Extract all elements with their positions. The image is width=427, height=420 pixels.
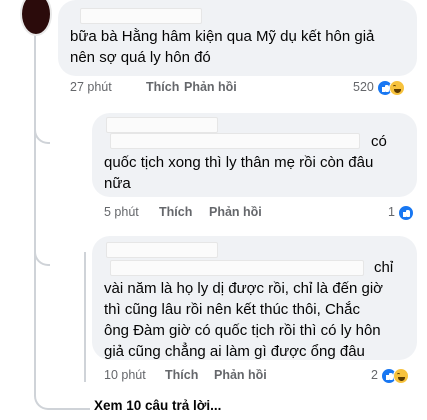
reply-button[interactable]: Phản hồi [184, 78, 237, 96]
redacted-author-name [106, 242, 218, 258]
comment-text-line: nên sợ quá ly hôn đó [70, 49, 211, 66]
reaction-summary[interactable]: 520 [353, 78, 406, 96]
like-button[interactable]: Thích [146, 78, 179, 96]
comment-text-line: quốc tịch xong thì ly thân mẹ rồi còn đâ… [104, 154, 374, 171]
comment-text-line: thì cũng lâu rồi nên kết thúc thôi, Chắc [104, 301, 360, 318]
like-icon [398, 204, 415, 221]
comment-bubble: có quốc tịch xong thì ly thân mẹ rồi còn… [92, 113, 417, 197]
reaction-summary[interactable]: 1 [388, 203, 415, 221]
comment-text-line: giả cũng chẳng ai làm gì được ổng đâu [104, 343, 365, 360]
comment-time[interactable]: 5 phút [104, 203, 139, 221]
comment-text-line: vài năm là họ ly dị được rồi, chỉ là đến… [104, 280, 384, 297]
haha-icon [389, 79, 406, 96]
comment-meta: 10 phút Thích Phản hồi [104, 366, 404, 384]
comment-meta: 5 phút Thích Phản hồi [104, 203, 414, 221]
thread-connector [34, 222, 50, 266]
reply-button[interactable]: Phản hồi [209, 203, 262, 221]
comment-text-line: bữa bà Hằng hâm kiện qua Mỹ dụ kết hôn g… [70, 28, 375, 45]
comment-bubble: bữa bà Hằng hâm kiện qua Mỹ dụ kết hôn g… [58, 0, 417, 76]
thread-connector [34, 100, 50, 144]
redacted-author-name [80, 8, 202, 24]
reaction-summary[interactable]: 2 [371, 366, 410, 384]
comment-bubble: chỉ vài năm là họ ly dị được rồi, chỉ là… [92, 236, 417, 360]
avatar[interactable] [20, 0, 52, 36]
reaction-count: 1 [388, 205, 395, 219]
comment-time[interactable]: 10 phút [104, 366, 146, 384]
like-button[interactable]: Thích [159, 203, 192, 221]
comment-text-line: chỉ [374, 259, 394, 276]
haha-icon [393, 367, 410, 384]
thread-connector [34, 360, 90, 410]
comment-text-line: ông Đàm giờ có quốc tịch rồi thì có ly h… [104, 322, 381, 339]
comment-text-line: có [371, 133, 387, 150]
thread-line [34, 34, 36, 364]
comment-text-line: nữa [104, 175, 131, 192]
comment-time[interactable]: 27 phút [70, 78, 112, 96]
view-more-replies-link[interactable]: Xem 10 câu trả lời... [94, 398, 221, 413]
reply-button[interactable]: Phản hồi [214, 366, 267, 384]
reaction-count: 2 [371, 368, 378, 382]
reaction-count: 520 [353, 80, 374, 94]
like-button[interactable]: Thích [165, 366, 198, 384]
